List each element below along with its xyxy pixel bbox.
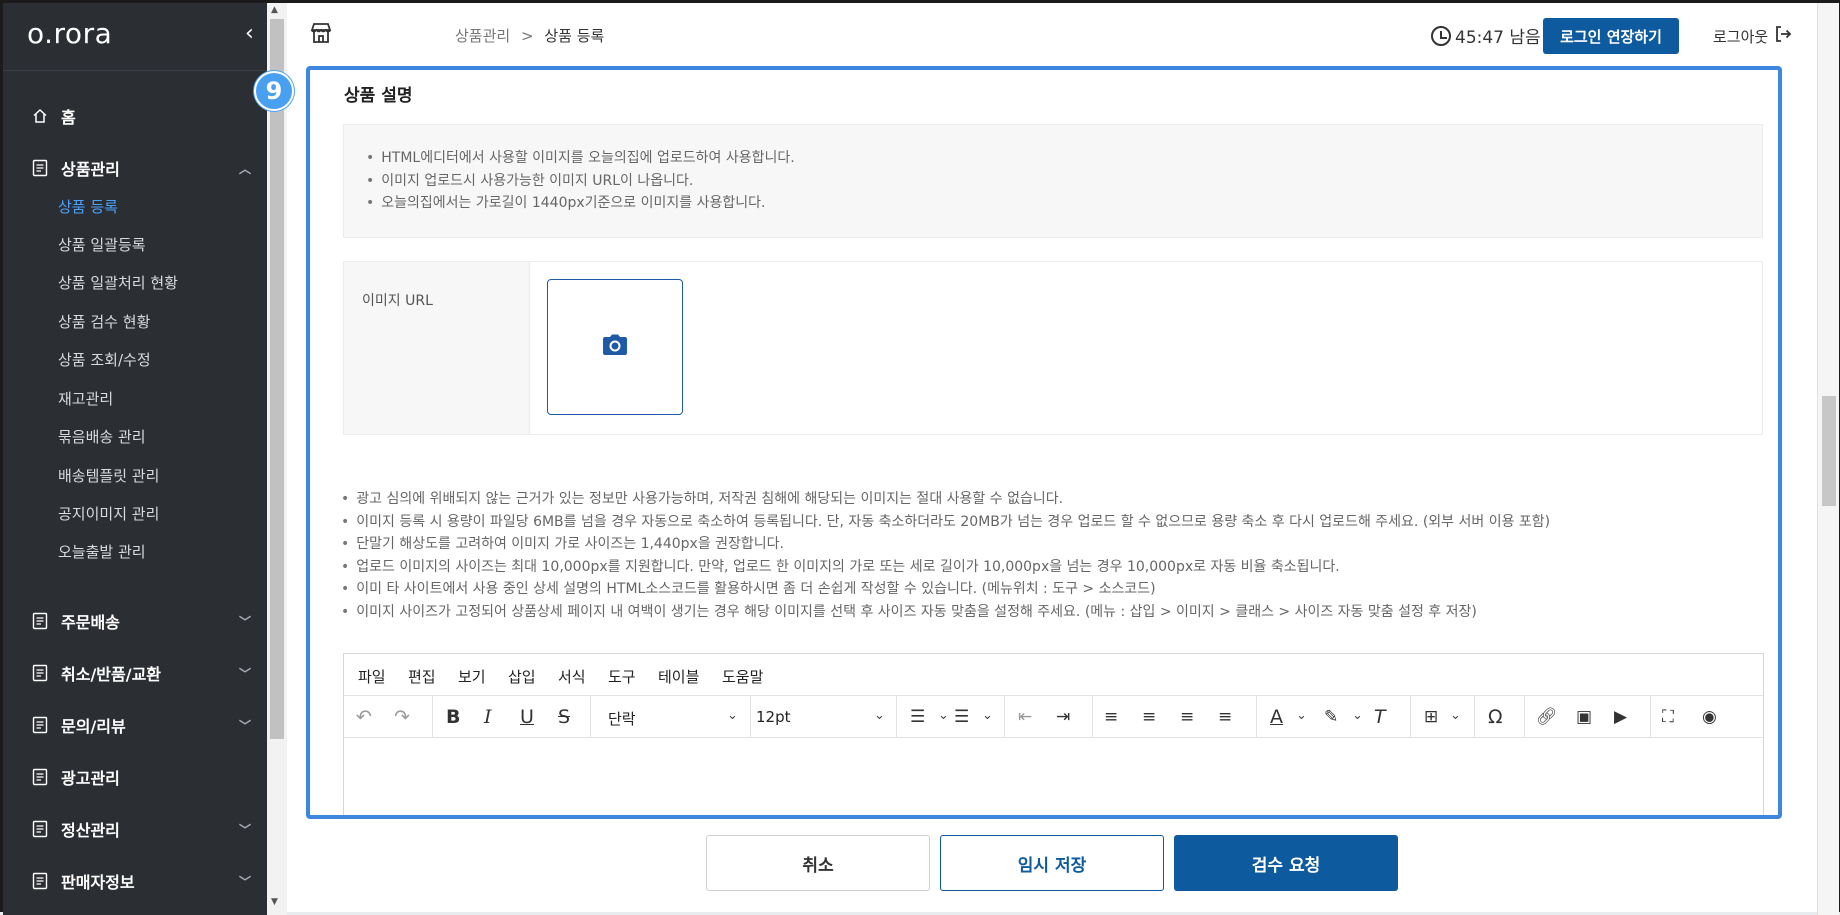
main-scrollbar[interactable]	[1817, 3, 1839, 915]
document-icon	[31, 664, 49, 682]
store-icon[interactable]	[309, 21, 333, 45]
sidebar-scrollbar[interactable]: ▲ ▼	[267, 3, 287, 915]
breadcrumb-parent[interactable]: 상품관리	[455, 27, 510, 45]
bottom-action-bar: 취소 임시 저장 검수 요청	[287, 819, 1817, 912]
logout-icon	[1774, 25, 1792, 47]
collapse-sidebar-icon[interactable]: ‹	[245, 21, 254, 46]
sidebar-subitem-notice-image[interactable]: 공지이미지 관리	[58, 503, 159, 524]
sidebar-item-advertising[interactable]: 광고관리	[31, 762, 251, 792]
logout-label: 로그아웃	[1713, 27, 1769, 46]
logout-button[interactable]: 로그아웃	[1713, 25, 1792, 47]
document-icon	[31, 716, 49, 734]
sidebar-item-label: 주문배송	[61, 613, 120, 632]
sidebar-subitem-today-shipping[interactable]: 오늘출발 관리	[58, 541, 146, 562]
sidebar-item-label: 광고관리	[61, 769, 120, 788]
document-icon	[31, 872, 49, 890]
scroll-down-arrow-icon[interactable]: ▼	[271, 897, 278, 907]
sidebar-item-label: 홈	[61, 108, 76, 127]
logo: o.rora	[27, 17, 113, 50]
sidebar-item-seller-info[interactable]: 판매자정보 ﹀	[31, 866, 251, 896]
chevron-up-icon: ︿	[238, 161, 251, 176]
session-timer: 45:47 남음	[1431, 23, 1541, 48]
sidebar-subitem-shipping-template[interactable]: 배송템플릿 관리	[58, 465, 159, 486]
extend-login-button[interactable]: 로그인 연장하기	[1543, 18, 1679, 54]
breadcrumb-current: 상품 등록	[544, 27, 605, 45]
sidebar-item-label: 문의/리뷰	[61, 717, 126, 736]
document-icon	[31, 612, 49, 630]
chevron-down-icon: ﹀	[238, 822, 251, 837]
chevron-down-icon: ﹀	[238, 666, 251, 681]
save-draft-button[interactable]: 임시 저장	[940, 835, 1164, 891]
sidebar-item-label: 취소/반품/교환	[61, 665, 162, 684]
document-icon	[31, 820, 49, 838]
step-highlight-frame	[306, 66, 1782, 819]
step-badge: 9	[254, 71, 294, 111]
document-icon	[31, 159, 49, 177]
sidebar-subitem-bulk-register[interactable]: 상품 일괄등록	[58, 234, 146, 255]
chevron-down-icon: ﹀	[238, 874, 251, 889]
document-icon	[31, 768, 49, 786]
session-timer-text: 45:47 남음	[1455, 28, 1541, 48]
breadcrumb-separator: >	[520, 27, 534, 45]
submit-review-button[interactable]: 검수 요청	[1174, 835, 1398, 891]
sidebar-item-label: 정산관리	[61, 821, 120, 840]
sidebar-item-label: 상품관리	[61, 160, 120, 179]
sidebar-subitem-inventory[interactable]: 재고관리	[58, 388, 113, 409]
sidebar-subitem-product-register[interactable]: 상품 등록	[58, 196, 118, 217]
sidebar-item-cancel-return[interactable]: 취소/반품/교환 ﹀	[31, 658, 251, 688]
sidebar: o.rora ‹ 홈 상품관리 ︿ 상품 등록 상품 일괄등록 상품 일괄처리 …	[3, 3, 267, 915]
sidebar-subitem-product-edit[interactable]: 상품 조회/수정	[58, 349, 151, 370]
breadcrumb: 상품관리 > 상품 등록	[455, 25, 604, 46]
sidebar-subitem-bulk-status[interactable]: 상품 일괄처리 현황	[58, 272, 178, 293]
sidebar-subitem-bundle-shipping[interactable]: 묶음배송 관리	[58, 426, 146, 447]
top-bar: 상품관리 > 상품 등록 45:47 남음 로그인 연장하기 로그아웃	[287, 3, 1817, 65]
sidebar-item-label: 판매자정보	[61, 873, 135, 892]
home-icon	[31, 107, 49, 125]
chevron-down-icon: ﹀	[238, 614, 251, 629]
sidebar-item-product[interactable]: 상품관리 ︿	[31, 153, 251, 183]
sidebar-item-inquiry-review[interactable]: 문의/리뷰 ﹀	[31, 710, 251, 740]
scroll-up-arrow-icon[interactable]: ▲	[271, 5, 278, 15]
sidebar-item-settlement[interactable]: 정산관리 ﹀	[31, 814, 251, 844]
sidebar-item-order-shipping[interactable]: 주문배송 ﹀	[31, 606, 251, 636]
sidebar-divider	[3, 70, 267, 71]
app-window: o.rora ‹ 홈 상품관리 ︿ 상품 등록 상품 일괄등록 상품 일괄처리 …	[0, 0, 1840, 915]
sidebar-subitem-review-status[interactable]: 상품 검수 현황	[58, 311, 150, 332]
main-scrollbar-thumb[interactable]	[1822, 396, 1836, 506]
chevron-down-icon: ﹀	[238, 718, 251, 733]
cancel-button[interactable]: 취소	[706, 835, 930, 891]
clock-icon	[1431, 25, 1451, 46]
sidebar-scrollbar-thumb[interactable]	[270, 19, 284, 739]
sidebar-item-home[interactable]: 홈	[31, 101, 251, 131]
